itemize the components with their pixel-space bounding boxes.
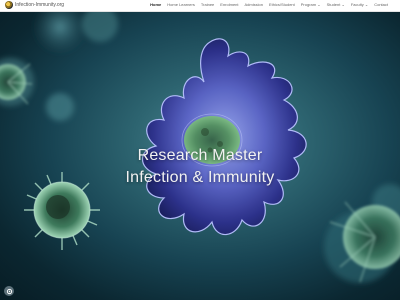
site-title[interactable]: Infection-Immunity.org (15, 2, 64, 8)
background-microbe-mid-left (46, 93, 74, 121)
nav-ethics-student[interactable]: Ethics/Student (269, 2, 295, 7)
nav-admission[interactable]: Admission (245, 2, 263, 7)
headline-line-1: Research Master (137, 147, 263, 164)
background-microbe-top-left (32, 12, 118, 55)
nav-faculty[interactable]: Faculty ⌄ (351, 2, 368, 7)
nav-contact[interactable]: Contact (374, 2, 388, 7)
nav-program[interactable]: Program ⌄ (301, 2, 321, 7)
main-nav: Home Home Learners Trainee Enrolment Adm… (150, 2, 388, 7)
nav-enrolment[interactable]: Enrolment (220, 2, 238, 7)
gear-icon (6, 288, 12, 294)
main-bacterium (141, 38, 307, 236)
headline-line-2: Infection & Immunity (125, 169, 275, 186)
nav-home[interactable]: Home (150, 2, 161, 7)
site-logo[interactable] (5, 1, 13, 9)
page: Infection-Immunity.org Home Home Learner… (0, 0, 400, 300)
nav-trainee[interactable]: Trainee (201, 2, 214, 7)
nav-home-learners[interactable]: Home Learners (167, 2, 195, 7)
hero-banner: Research Master Infection & Immunity (0, 12, 400, 300)
hero-headline: Research Master Infection & Immunity (0, 145, 400, 189)
settings-button[interactable] (4, 286, 14, 296)
top-navigation-bar: Infection-Immunity.org Home Home Learner… (0, 0, 400, 12)
nav-student[interactable]: Student ⌄ (327, 2, 345, 7)
